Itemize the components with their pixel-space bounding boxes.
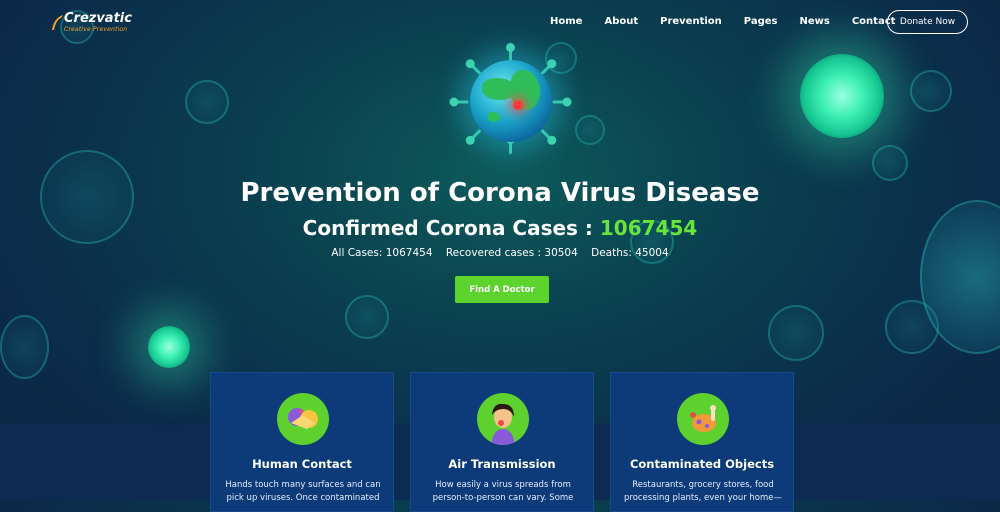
confirmed-count: 1067454: [599, 216, 698, 240]
globe-spike: [540, 128, 553, 142]
globe-spike: [469, 128, 482, 142]
find-doctor-button[interactable]: Find A Doctor: [455, 276, 549, 303]
card-text: Hands touch many surfaces and can pick u…: [225, 480, 381, 503]
virus-decoration-right-center: [872, 145, 908, 181]
nav-pages[interactable]: Pages: [744, 16, 778, 27]
virus-decoration-center-right: [575, 115, 605, 145]
nav-news[interactable]: News: [800, 16, 830, 27]
card-title: Air Transmission: [448, 457, 556, 471]
main-nav: Home About Prevention Pages News Contact: [550, 16, 917, 27]
logo-tagline: Creative Prevention: [64, 26, 128, 33]
location-pin-icon: [513, 100, 523, 110]
globe-spike: [454, 100, 469, 104]
donate-button[interactable]: Donate Now: [887, 10, 968, 34]
globe-spike: [506, 135, 515, 154]
hero-subtitle: Confirmed Corona Cases : 1067454: [0, 216, 1000, 240]
logo-swoosh-icon: [52, 15, 63, 30]
nav-prevention[interactable]: Prevention: [660, 16, 722, 27]
handshake-icon: [277, 393, 329, 445]
globe-icon: [470, 60, 552, 142]
virus-decoration-left-small: [185, 80, 229, 124]
card-contaminated-objects[interactable]: Contaminated Objects Restaurants, grocer…: [610, 372, 794, 512]
card-human-contact[interactable]: Human Contact Hands touch many surfaces …: [210, 372, 394, 512]
nav-home[interactable]: Home: [550, 16, 582, 27]
virus-glow-top-right: [800, 54, 884, 138]
card-text: How easily a virus spreads from person-t…: [432, 480, 574, 503]
card-title: Human Contact: [252, 457, 352, 471]
food-objects-icon: [677, 393, 729, 445]
virus-decoration-bottom-left: [0, 315, 49, 379]
confirmed-label: Confirmed Corona Cases :: [302, 216, 600, 240]
globe-spike: [552, 100, 567, 104]
virus-glow-left: [148, 326, 190, 368]
case-stats: All Cases: 1067454 Recovered cases : 305…: [0, 247, 1000, 259]
stat-recovered: Recovered cases : 30504: [445, 247, 578, 259]
hero-title: Prevention of Corona Virus Disease: [240, 178, 760, 208]
stat-all-cases: All Cases: 1067454: [331, 247, 433, 259]
logo[interactable]: Crezvatic Creative Prevention: [50, 12, 132, 33]
card-title: Contaminated Objects: [629, 457, 775, 471]
virus-decoration-mid: [345, 295, 389, 339]
virus-decoration-mid-right-2: [768, 305, 824, 361]
coughing-person-icon: [477, 393, 529, 445]
stat-deaths: Deaths: 45004: [591, 247, 669, 259]
card-text: Restaurants, grocery stores, food proces…: [623, 480, 783, 503]
virus-decoration-top-right: [910, 70, 952, 112]
nav-about[interactable]: About: [604, 16, 638, 27]
card-air-transmission[interactable]: Air Transmission How easily a virus spre…: [410, 372, 594, 512]
logo-text: Crezvatic: [64, 11, 132, 26]
globe-landmass: [488, 112, 500, 122]
